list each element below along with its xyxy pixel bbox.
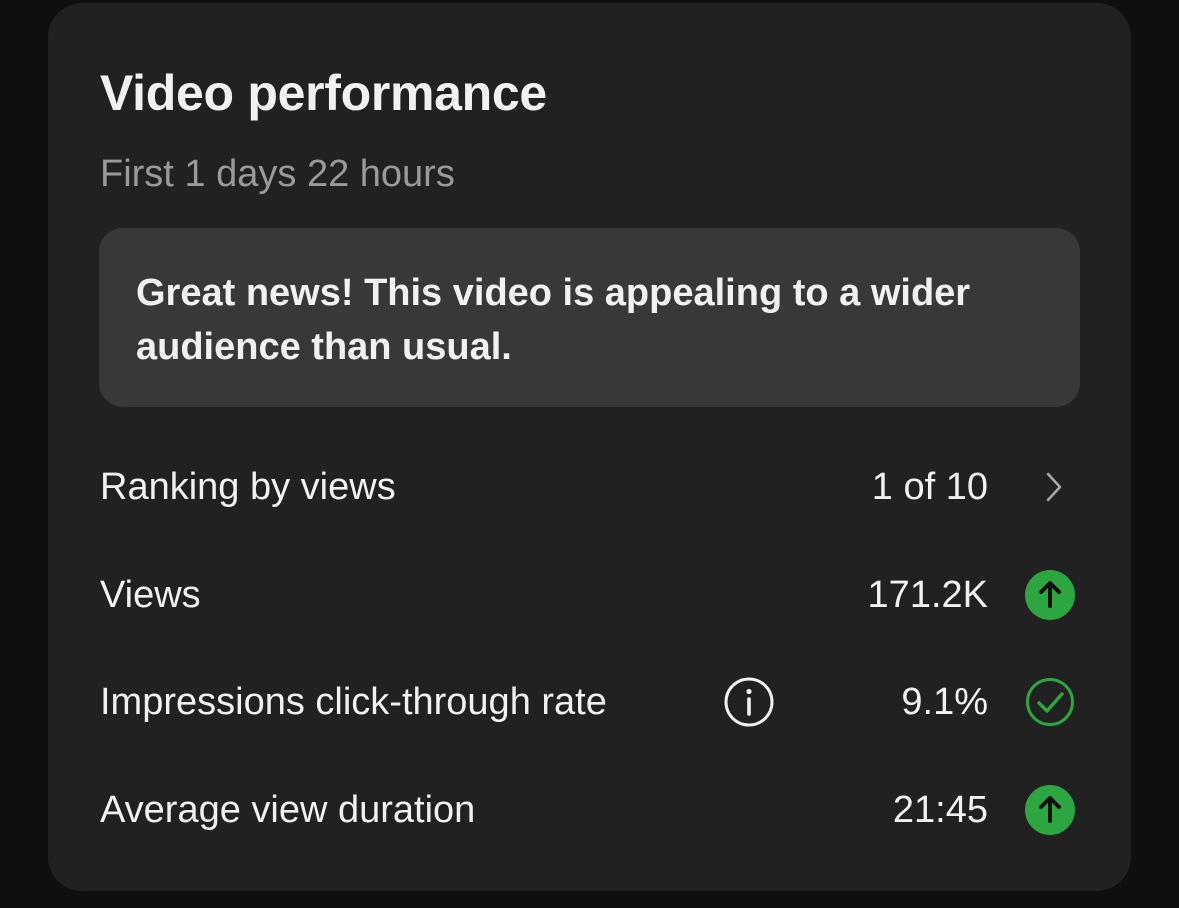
metric-row-views: Views 171.2K bbox=[100, 565, 1080, 625]
video-performance-card: Video performance First 1 days 22 hours … bbox=[48, 3, 1131, 891]
check-circle-icon bbox=[1026, 678, 1074, 726]
metric-row-ranking[interactable]: Ranking by views 1 of 10 bbox=[100, 457, 1080, 517]
metric-value: 9.1% bbox=[901, 681, 988, 723]
metric-value: 21:45 bbox=[892, 789, 988, 831]
metric-label: Impressions click-through rate bbox=[100, 681, 607, 723]
card-subtitle: First 1 days 22 hours bbox=[100, 153, 455, 195]
info-icon[interactable] bbox=[723, 676, 775, 728]
arrow-up-circle-icon bbox=[1025, 570, 1075, 620]
metric-label: Views bbox=[100, 574, 201, 616]
metric-row-avg-duration: Average view duration 21:45 bbox=[100, 780, 1080, 840]
metric-row-ctr: Impressions click-through rate 9.1% bbox=[100, 672, 1080, 732]
chevron-right-icon[interactable] bbox=[1044, 471, 1064, 503]
metric-label: Average view duration bbox=[100, 789, 476, 831]
metric-label: Ranking by views bbox=[100, 466, 396, 508]
arrow-up-circle-icon bbox=[1025, 785, 1075, 835]
insight-banner-text: Great news! This video is appealing to a… bbox=[136, 272, 971, 368]
metric-value: 1 of 10 bbox=[871, 466, 988, 508]
insight-banner: Great news! This video is appealing to a… bbox=[99, 228, 1080, 407]
card-title: Video performance bbox=[100, 65, 547, 121]
metric-value: 171.2K bbox=[867, 574, 988, 616]
